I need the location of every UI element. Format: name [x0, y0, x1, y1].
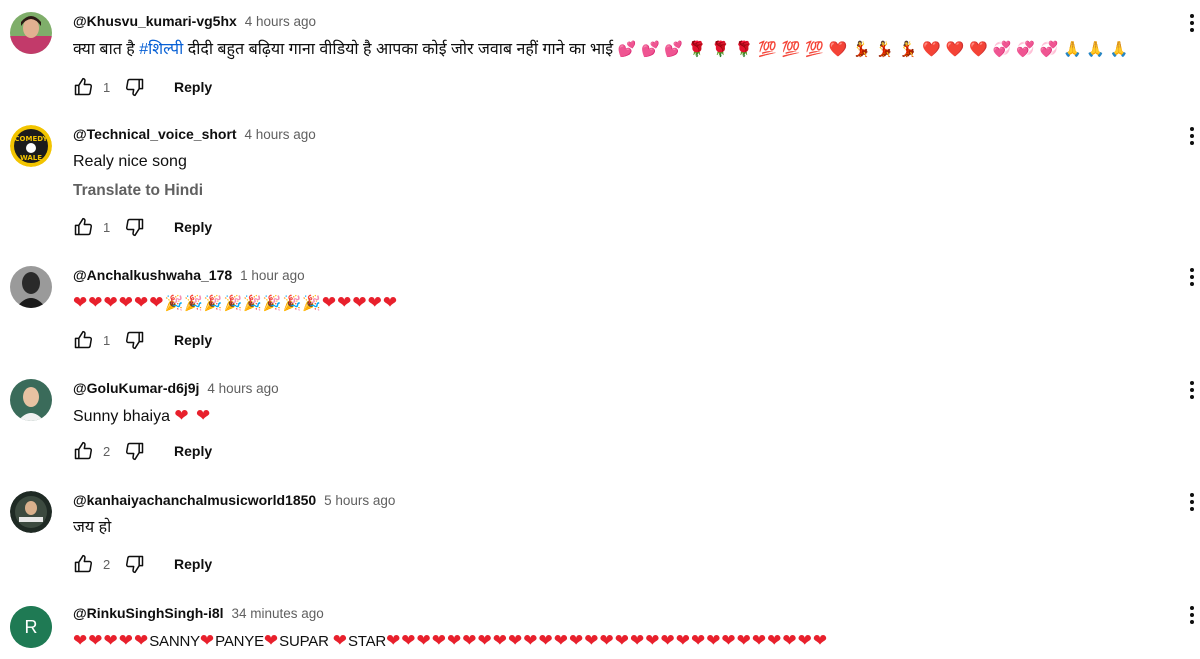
heart-emoji-group: ❤❤❤❤❤ [73, 631, 150, 651]
timestamp[interactable]: 34 minutes ago [231, 606, 323, 621]
comment-text-part: दीदी बहुत बढ़िया गाना वीडियो है आपका कोई… [183, 41, 614, 58]
thumb-down-icon[interactable] [125, 217, 145, 237]
comment-thread: @GoluKumar-d6j9j 4 hours ago Sunny bhaiy… [0, 379, 1200, 469]
comment-thread: @kanhaiyachanchalmusicworld1850 5 hours … [0, 491, 1200, 581]
avatar[interactable]: R [10, 606, 52, 648]
author-name[interactable]: @kanhaiyachanchalmusicworld1850 [73, 492, 316, 508]
author-name[interactable]: @Technical_voice_short [73, 126, 237, 142]
comment-text-part: क्या बात है [73, 41, 140, 58]
heart-emoji-group: ❤❤❤❤❤ [321, 293, 399, 313]
comment-word: STAR [347, 633, 387, 650]
heart-emoji-group: ❤❤❤❤❤❤ [73, 293, 165, 313]
comment-header: @GoluKumar-d6j9j 4 hours ago [73, 379, 279, 398]
thumb-up-icon[interactable] [73, 441, 93, 461]
like-count: 2 [103, 556, 111, 572]
timestamp[interactable]: 4 hours ago [207, 381, 278, 396]
emoji-trail: 💕 💕 💕 🌹 🌹 🌹 💯 💯 💯 ❤️ 💃 💃 💃 ❤️ ❤️ ❤️ 💞 💞 … [617, 40, 1129, 58]
comment-header: @Khusvu_kumari-vg5hx 4 hours ago [73, 12, 316, 31]
heart-emoji: ❤ [332, 631, 348, 651]
reply-button[interactable]: Reply [174, 443, 212, 459]
comment-text: ❤❤❤❤❤❤🎉🎉🎉🎉🎉🎉🎉🎉❤❤❤❤❤ [73, 292, 398, 315]
avatar-letter: R [25, 617, 38, 637]
comment-word: SANNY [149, 633, 200, 650]
author-name[interactable]: @RinkuSinghSingh-i8l [73, 605, 224, 621]
thumb-up-icon[interactable] [73, 330, 93, 350]
comment-text-part: Sunny bhaiya [73, 408, 175, 425]
comment-thread: @Anchalkushwaha_178 1 hour ago ❤❤❤❤❤❤🎉🎉🎉… [0, 266, 1200, 356]
like-count: 1 [103, 219, 111, 235]
more-vert-icon[interactable] [1188, 379, 1196, 401]
more-vert-icon[interactable] [1188, 266, 1196, 288]
comment-toolbar: 1 Reply [73, 329, 212, 351]
more-vert-icon[interactable] [1188, 12, 1196, 34]
comment-word: PANYE [215, 633, 264, 650]
comment-header: @kanhaiyachanchalmusicworld1850 5 hours … [73, 491, 395, 510]
reply-button[interactable]: Reply [174, 332, 212, 348]
timestamp[interactable]: 1 hour ago [240, 268, 305, 283]
comment-word: SUPAR [279, 633, 329, 650]
comment-toolbar: 2 Reply [73, 553, 212, 575]
like-count: 1 [103, 79, 111, 95]
comment-text: जय हो [73, 519, 112, 536]
more-vert-icon[interactable] [1188, 491, 1196, 513]
timestamp[interactable]: 4 hours ago [245, 14, 316, 29]
comment-text: Sunny bhaiya ❤ ❤ [73, 405, 211, 428]
comment-header: @Anchalkushwaha_178 1 hour ago [73, 266, 305, 285]
comment-text: ❤❤❤❤❤SANNY❤PANYE❤SUPAR ❤STAR❤❤❤❤❤❤❤❤❤❤❤❤… [73, 630, 828, 653]
more-vert-icon[interactable] [1188, 125, 1196, 147]
thumb-down-icon[interactable] [125, 77, 145, 97]
reply-button[interactable]: Reply [174, 556, 212, 572]
thumb-up-icon[interactable] [73, 77, 93, 97]
heart-emoji: ❤ [199, 631, 216, 651]
like-count: 2 [103, 443, 111, 459]
comment-thread: COMEDY WALE @Technical_voice_short 4 hou… [0, 125, 1200, 237]
comment-toolbar: 2 Reply [73, 440, 212, 462]
comment-thread: @Khusvu_kumari-vg5hx 4 hours ago क्या बा… [0, 12, 1200, 112]
avatar[interactable] [10, 379, 52, 421]
avatar[interactable]: COMEDY WALE [10, 125, 52, 167]
party-emoji-group: 🎉🎉🎉🎉🎉🎉🎉🎉 [164, 294, 322, 312]
avatar[interactable] [10, 491, 52, 533]
comment-header: @RinkuSinghSingh-i8l 34 minutes ago [73, 604, 324, 623]
thumb-down-icon[interactable] [125, 554, 145, 574]
thumb-up-icon[interactable] [73, 217, 93, 237]
comment-header: @Technical_voice_short 4 hours ago [73, 125, 316, 144]
more-vert-icon[interactable] [1188, 604, 1196, 626]
comment-toolbar: 1 Reply [73, 216, 212, 238]
timestamp[interactable]: 5 hours ago [324, 493, 395, 508]
timestamp[interactable]: 4 hours ago [244, 127, 315, 142]
reply-button[interactable]: Reply [174, 79, 212, 95]
translate-button[interactable]: Translate to Hindi [73, 181, 203, 201]
comment-thread: R @RinkuSinghSingh-i8l 34 minutes ago ❤❤… [0, 604, 1200, 659]
comment-text: Realy nice song [73, 153, 187, 170]
thumb-down-icon[interactable] [125, 441, 145, 461]
comment-toolbar: 1 Reply [73, 76, 212, 98]
svg-text:COMEDY: COMEDY [14, 135, 48, 143]
avatar[interactable] [10, 266, 52, 308]
like-count: 1 [103, 332, 111, 348]
thumb-down-icon[interactable] [125, 330, 145, 350]
hashtag-link[interactable]: #शिल्पी [139, 41, 183, 58]
author-name[interactable]: @GoluKumar-d6j9j [73, 380, 199, 396]
heart-emoji-group: ❤ ❤ [174, 406, 212, 426]
comment-text: क्या बात है #शिल्पी दीदी बहुत बढ़िया गान… [73, 38, 1129, 61]
reply-button[interactable]: Reply [174, 219, 212, 235]
heart-emoji-group: ❤❤❤❤❤❤❤❤❤❤❤❤❤❤❤❤❤❤❤❤❤❤❤❤❤❤❤❤❤ [386, 631, 829, 651]
svg-text:WALE: WALE [20, 154, 42, 162]
heart-emoji: ❤ [263, 631, 280, 651]
thumb-up-icon[interactable] [73, 554, 93, 574]
author-name[interactable]: @Anchalkushwaha_178 [73, 267, 232, 283]
author-name[interactable]: @Khusvu_kumari-vg5hx [73, 13, 237, 29]
avatar[interactable] [10, 12, 52, 54]
